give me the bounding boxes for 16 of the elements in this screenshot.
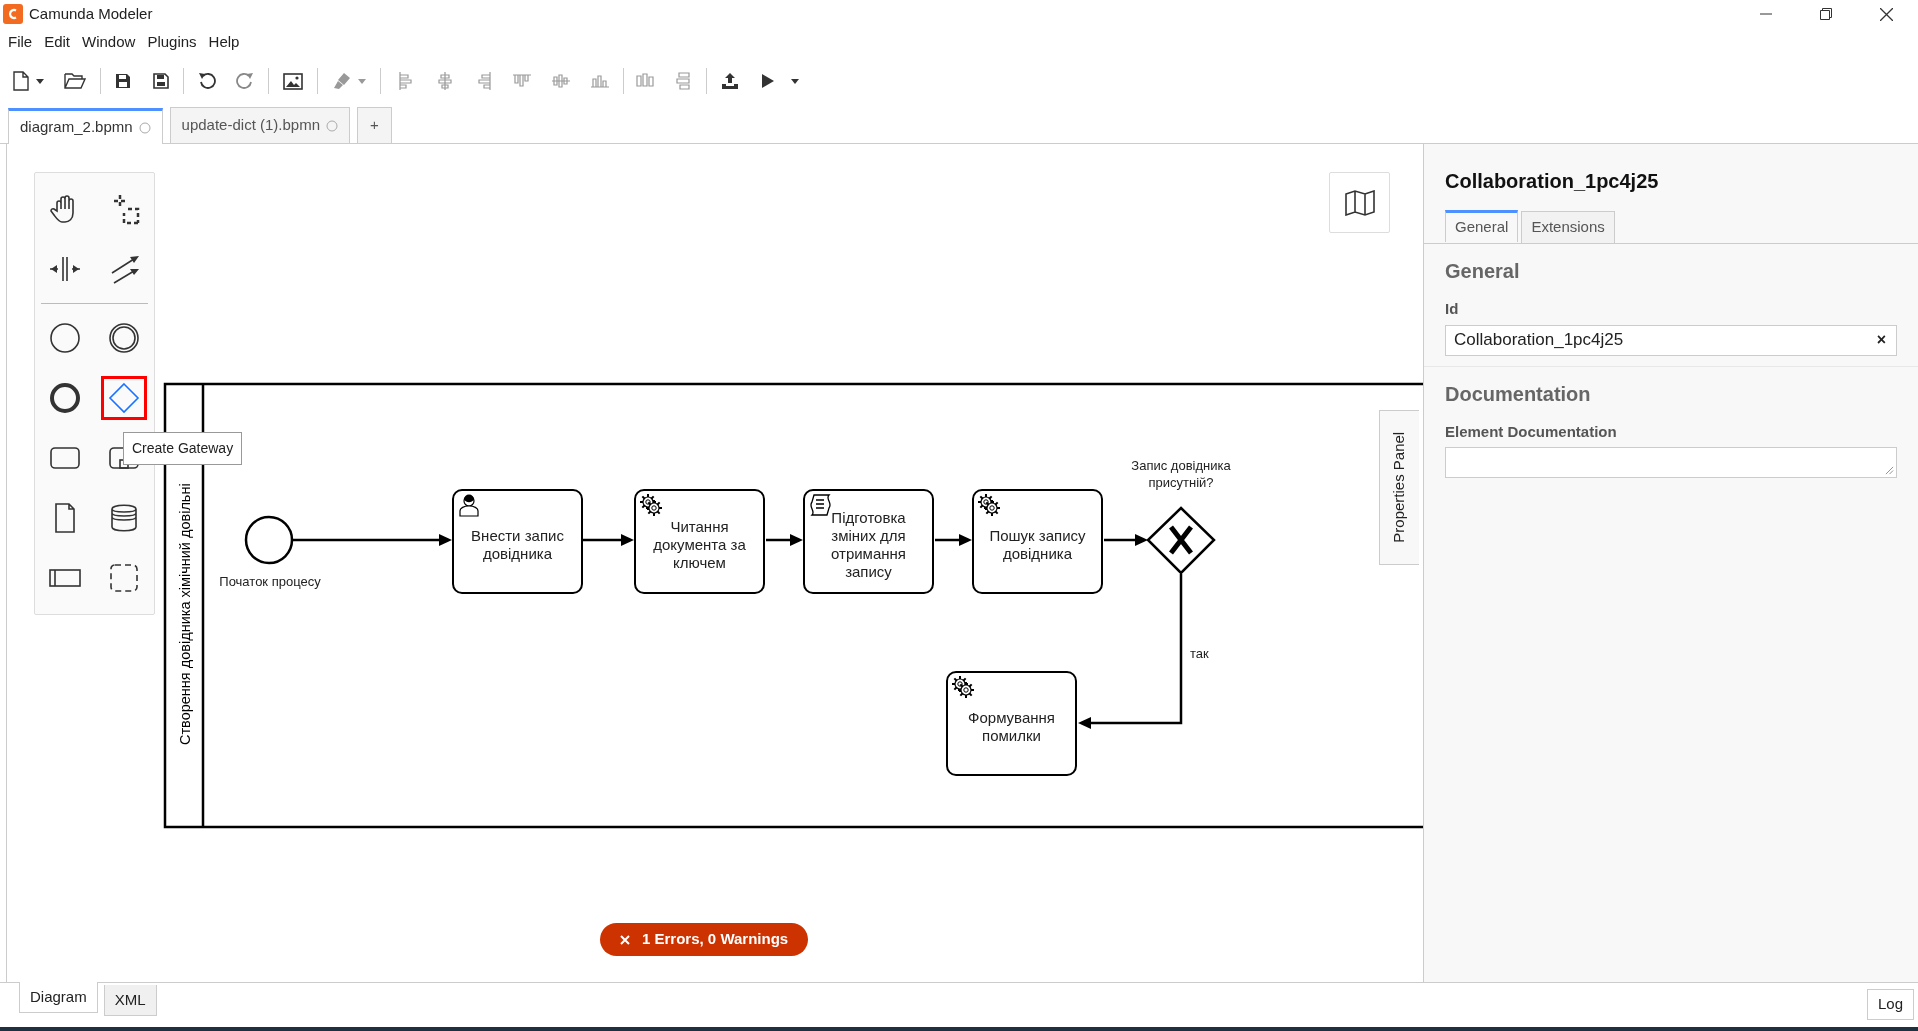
task-label: Внести запис довідника (470, 526, 565, 563)
task-label: Пошук запису довідника (988, 526, 1087, 563)
gateway-label: Запис довідника присутній? (1130, 457, 1232, 491)
panel-title: Collaboration_1pc4j25 (1444, 169, 1660, 194)
lane-label: Створення довідника хімічний довільні (177, 483, 193, 745)
task-label: Читання документа за ключем (652, 517, 747, 572)
task-label: Формування помилки (967, 708, 1056, 745)
tooltip: Create Gateway (123, 432, 243, 465)
flow-label: так (1190, 645, 1209, 663)
field-label: Id (1445, 299, 1460, 319)
section-heading: Documentation (1445, 381, 1592, 407)
field-label: Element Documentation (1445, 421, 1618, 442)
window-title: Camunda Modeler (29, 3, 153, 24)
event-label: Початок процесу (218, 573, 322, 591)
section-heading: General (1445, 259, 1521, 284)
task-label: Підготовка зміних для отримання запису (830, 508, 907, 581)
